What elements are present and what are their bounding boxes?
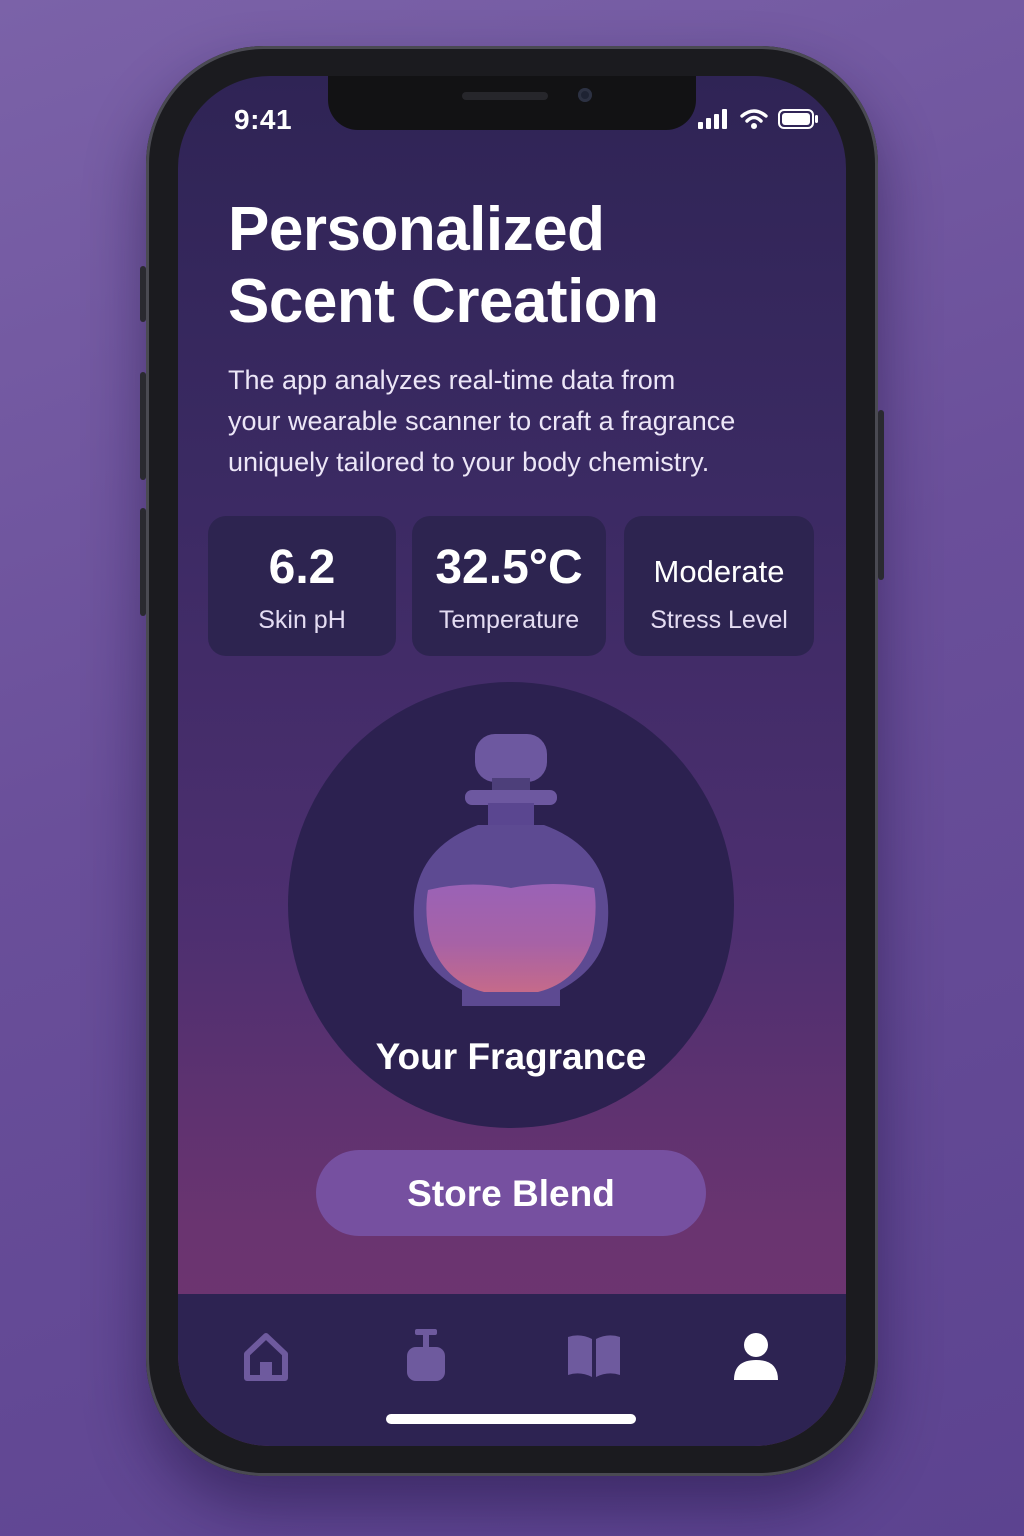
- signal-icon: [698, 109, 727, 129]
- speaker-grille: [462, 92, 548, 100]
- tab-profile[interactable]: [724, 1324, 788, 1388]
- book-icon: [568, 1335, 620, 1377]
- description-line-2: your wearable scanner to craft a fragran…: [228, 406, 736, 436]
- power-button: [878, 410, 884, 580]
- metric-value-skin-ph: 6.2: [268, 541, 336, 594]
- mute-switch: [140, 266, 146, 322]
- volume-up-button: [140, 372, 146, 480]
- profile-icon: [734, 1333, 778, 1380]
- status-time: 9:41: [234, 104, 293, 135]
- description-line-1: The app analyzes real-time data from: [228, 365, 676, 395]
- fragrance-label: Your Fragrance: [375, 1036, 647, 1077]
- metric-label-skin-ph: Skin pH: [258, 606, 346, 634]
- tab-library[interactable]: [562, 1324, 626, 1388]
- volume-down-button: [140, 508, 146, 616]
- page-description: The app analyzes real-time data from you…: [228, 360, 828, 483]
- battery-icon: [778, 109, 818, 129]
- store-blend-button[interactable]: Store Blend: [316, 1150, 706, 1236]
- wifi-icon: [740, 109, 768, 129]
- description-line-3: uniquely tailored to your body chemistry…: [228, 447, 710, 477]
- metric-card-stress-level: Moderate Stress Level: [624, 516, 814, 656]
- tab-home[interactable]: [234, 1324, 298, 1388]
- phone-frame: 9:41 Personalized Scent Creation The app…: [140, 46, 884, 1476]
- metric-value-stress-level: Moderate: [653, 554, 785, 589]
- home-icon: [244, 1333, 288, 1381]
- metric-label-temperature: Temperature: [438, 606, 580, 634]
- tab-blends[interactable]: [394, 1324, 458, 1388]
- front-camera: [578, 88, 592, 102]
- page-title: Personalized Scent Creation: [228, 194, 808, 338]
- metric-card-temperature: 32.5°C Temperature: [412, 516, 606, 656]
- page-title-line-2: Scent Creation: [228, 267, 659, 336]
- metric-card-skin-ph: 6.2 Skin pH: [208, 516, 396, 656]
- perfume-bottle-illustration: [413, 734, 609, 1006]
- page-title-line-1: Personalized: [228, 195, 605, 264]
- fragrance-preview: Your Fragrance: [288, 682, 734, 1128]
- notch: [328, 76, 696, 130]
- home-indicator[interactable]: [386, 1414, 636, 1424]
- status-icons: [698, 108, 818, 130]
- perfume-bottle-icon: [407, 1329, 445, 1381]
- metric-label-stress-level: Stress Level: [650, 606, 788, 634]
- metric-value-temperature: 32.5°C: [435, 541, 583, 594]
- app-screen: 9:41 Personalized Scent Creation The app…: [178, 76, 846, 1446]
